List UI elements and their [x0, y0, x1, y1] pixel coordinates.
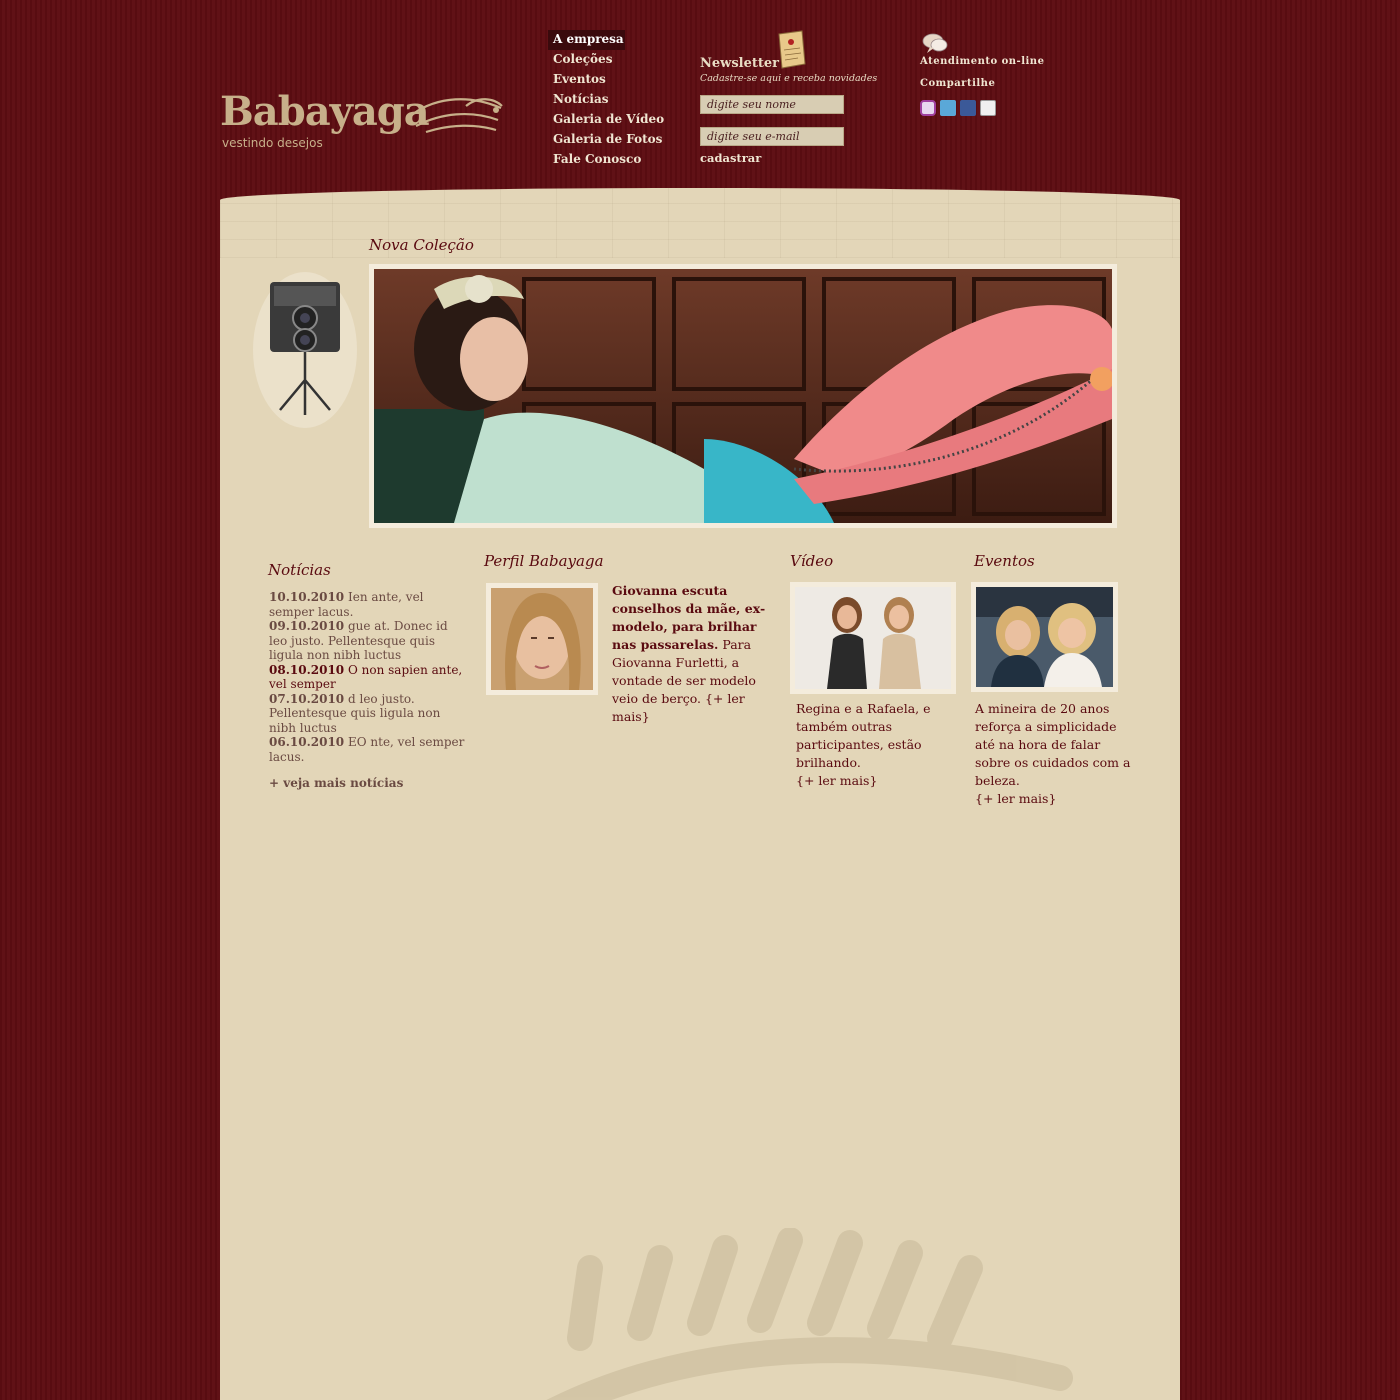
nav-item-a-empresa[interactable]: A empresa: [548, 30, 625, 50]
newsletter-name-input[interactable]: [700, 95, 844, 114]
top-right-links: Atendimento on-line Compartilhe: [920, 32, 1100, 122]
eventos-more-link[interactable]: {+ ler mais}: [975, 791, 1056, 806]
logo-swirl-icon: [407, 98, 503, 134]
news-list: 10.10.2010 Ien ante, vel semper lacus. 0…: [269, 590, 469, 764]
news-item[interactable]: 08.10.2010 O non sapien ante, vel semper: [269, 663, 469, 692]
perfil-photo: [491, 588, 593, 690]
main-nav: A empresa Coleções Eventos Notícias Gale…: [548, 30, 708, 170]
note-paper-icon: [778, 30, 806, 69]
news-date: 09.10.2010: [269, 619, 345, 633]
newsletter-submit-link[interactable]: cadastrar: [700, 151, 761, 165]
social-icons: [920, 100, 996, 116]
twitter-icon[interactable]: [940, 100, 956, 116]
nav-item-eventos[interactable]: Eventos: [548, 70, 708, 90]
nav-item-galeria-video[interactable]: Galeria de Vídeo: [548, 110, 708, 130]
video-thumbnail-frame[interactable]: [790, 582, 956, 694]
nav-item-fale-conosco[interactable]: Fale Conosco: [548, 150, 708, 170]
news-item[interactable]: 06.10.2010 EO nte, vel semper lacus.: [269, 735, 469, 764]
hero-collection-photo: [374, 269, 1112, 523]
news-date: 06.10.2010: [269, 735, 345, 749]
eventos-photo: [976, 587, 1113, 687]
facebook-icon[interactable]: [960, 100, 976, 116]
email-icon[interactable]: [980, 100, 996, 116]
newsletter-box: Newsletter Cadastre-se aqui e receba nov…: [700, 28, 900, 178]
nav-item-noticias[interactable]: Notícias: [548, 90, 708, 110]
nav-item-colecoes[interactable]: Coleções: [548, 50, 708, 70]
chat-bubble-icon: [922, 33, 948, 53]
newsletter-title: Newsletter: [700, 56, 780, 71]
video-text: Regina e a Rafaela, e também outras part…: [796, 700, 946, 790]
video-more-link[interactable]: {+ ler mais}: [796, 773, 877, 788]
newsletter-email-input[interactable]: [700, 127, 844, 146]
orkut-icon[interactable]: [920, 100, 936, 116]
nav-item-galeria-fotos[interactable]: Galeria de Fotos: [548, 130, 708, 150]
atendimento-online-link[interactable]: Atendimento on-line: [920, 56, 1044, 67]
feather-watermark: [546, 1228, 1073, 1400]
perfil-photo-frame[interactable]: [486, 583, 598, 695]
video-description: Regina e a Rafaela, e também outras part…: [796, 701, 931, 770]
news-date: 08.10.2010: [269, 662, 345, 677]
eventos-title: Eventos: [974, 552, 1035, 570]
hero-banner[interactable]: [369, 264, 1117, 528]
panel-wall-texture: [220, 188, 1180, 258]
logo-tagline: vestindo desejos: [222, 136, 323, 150]
eventos-photo-frame[interactable]: [971, 582, 1118, 692]
perfil-title: Perfil Babayaga: [484, 552, 604, 570]
video-title: Vídeo: [790, 552, 834, 570]
perfil-text: Giovanna escuta conselhos da mãe, ex-mod…: [612, 582, 777, 726]
more-news-link[interactable]: + veja mais notícias: [269, 776, 403, 790]
news-date: 07.10.2010: [269, 691, 345, 706]
news-item[interactable]: 07.10.2010 d leo justo. Pellentesque qui…: [269, 692, 469, 736]
eventos-text: A mineira de 20 anos reforça a simplicid…: [975, 700, 1131, 808]
vintage-camera-icon: [253, 272, 357, 428]
news-item[interactable]: 10.10.2010 Ien ante, vel semper lacus.: [269, 590, 469, 619]
logo-text: Babayaga: [220, 88, 430, 135]
hero-title: Nova Coleção: [369, 236, 474, 254]
news-item[interactable]: 09.10.2010 gue at. Donec id leo justo. P…: [269, 619, 469, 663]
video-thumbnail: [795, 587, 951, 689]
newsletter-subtitle: Cadastre-se aqui e receba novidades: [700, 73, 878, 84]
brand-logo[interactable]: Babayaga vestindo desejos: [218, 84, 508, 160]
eventos-description: A mineira de 20 anos reforça a simplicid…: [975, 701, 1131, 788]
news-date: 10.10.2010: [269, 590, 345, 604]
compartilhe-label: Compartilhe: [920, 78, 996, 89]
news-title: Notícias: [268, 561, 331, 579]
